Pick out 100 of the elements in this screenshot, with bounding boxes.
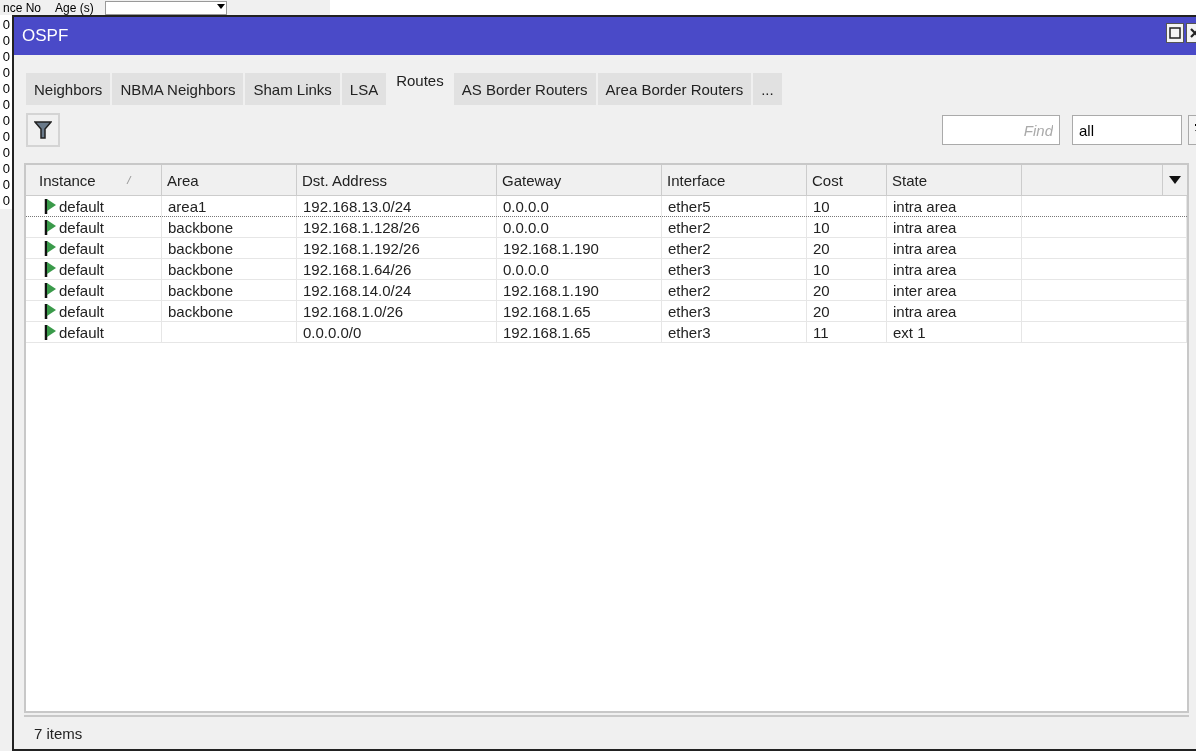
table-cell: default — [59, 260, 105, 278]
table-row[interactable]: default backbone 192.168.1.0/26 192.168.1.65 ether3 20 intra area — [26, 301, 1187, 322]
table-cell: ether5 — [668, 197, 711, 215]
table-cell-text: 0 — [1, 113, 10, 129]
column-menu-icon[interactable] — [1169, 176, 1181, 184]
flag-icon — [44, 324, 56, 340]
table-cell: intra area — [893, 197, 957, 215]
tab[interactable]: Neighbors — [26, 73, 111, 105]
table-cell-text: 0 — [1, 177, 10, 193]
table-cell: 10 — [813, 260, 830, 278]
table-cell-text: 0 — [1, 33, 10, 49]
table-cell-text: 0 — [1, 129, 10, 145]
table-cell: backbone — [168, 281, 234, 299]
table-cell: 192.168.1.128/26 — [303, 218, 420, 236]
table-cell: default — [59, 302, 105, 320]
table-row[interactable]: default area1 192.168.13.0/24 0.0.0.0 ether5 10 intra area — [26, 196, 1187, 217]
table-cell: ether2 — [668, 239, 711, 257]
filter-icon — [34, 120, 52, 140]
column-header[interactable]: Cost — [812, 171, 843, 189]
column-header: Age (s) — [54, 0, 95, 15]
table-cell: 0.0.0.0/0 — [303, 323, 362, 341]
tab[interactable]: NBMA Neighbors — [112, 73, 244, 105]
table-cell: 20 — [813, 302, 830, 320]
table-cell: 0.0.0.0 — [503, 218, 549, 236]
tab[interactable]: Area Border Routers — [597, 73, 752, 105]
tab[interactable]: Sham Links — [245, 73, 340, 105]
table-cell: area1 — [168, 197, 207, 215]
column-header[interactable]: Gateway — [502, 171, 562, 189]
table-cell: 192.168.14.0/24 — [303, 281, 412, 299]
tab[interactable]: LSA — [341, 73, 387, 105]
table-cell: intra area — [893, 239, 957, 257]
table-cell: 10 — [813, 218, 830, 236]
status-text: 7 items — [24, 715, 1189, 749]
table-row[interactable]: default 0.0.0.0/0 192.168.1.65 ether3 11 ext 1 — [26, 322, 1187, 343]
table-cell: ether3 — [668, 323, 711, 341]
table-cell: 192.168.1.190 — [503, 239, 599, 257]
flag-icon — [44, 282, 56, 298]
table-cell-text: 0 — [1, 193, 10, 209]
table-cell: default — [59, 281, 105, 299]
table-cell: intra area — [893, 218, 957, 236]
table-cell: 192.168.13.0/24 — [303, 197, 412, 215]
table-cell: ether2 — [668, 218, 711, 236]
flag-icon — [44, 261, 56, 277]
find-field[interactable]: Find — [942, 115, 1060, 145]
column-header: nce No — [2, 0, 43, 15]
tab[interactable]: ... — [753, 73, 782, 105]
table-cell-text: 0 — [1, 17, 10, 33]
flag-icon — [44, 303, 56, 319]
column-header[interactable]: Instance — [39, 171, 96, 189]
sort-icon — [125, 175, 132, 185]
table-cell: 10 — [813, 197, 830, 215]
table-cell: ether3 — [668, 260, 711, 278]
flag-icon — [44, 219, 56, 235]
table-cell: backbone — [168, 302, 234, 320]
table-cell: 192.168.1.65 — [503, 302, 591, 320]
maximize-button[interactable] — [1166, 23, 1184, 43]
table-cell: 192.168.1.0/26 — [303, 302, 404, 320]
table-cell: intra area — [893, 260, 957, 278]
table-cell: ext 1 — [893, 323, 926, 341]
table-cell: default — [59, 323, 105, 341]
column-header[interactable]: Area — [167, 171, 199, 189]
flag-icon — [44, 240, 56, 256]
table-cell: 20 — [813, 239, 830, 257]
table-cell: default — [59, 239, 105, 257]
table-row[interactable]: default backbone 192.168.1.192/26 192.168.1.190 ether2 20 intra area — [26, 238, 1187, 259]
table-cell: 192.168.1.192/26 — [303, 239, 420, 257]
table-cell: backbone — [168, 218, 234, 236]
flag-icon — [44, 198, 56, 214]
column-header[interactable]: Interface — [667, 171, 726, 189]
table-row[interactable]: default backbone 192.168.1.128/26 0.0.0.0 ether2 10 intra area — [26, 217, 1187, 238]
table-cell: 20 — [813, 281, 830, 299]
table-cell: 0.0.0.0 — [503, 197, 549, 215]
column-header[interactable]: Dst. Address — [302, 171, 388, 189]
table-cell: 11 — [813, 323, 829, 341]
filter-field[interactable]: all — [1072, 115, 1182, 145]
table-cell-text: 0 — [1, 81, 10, 97]
table-cell: intra area — [893, 302, 957, 320]
table-cell: default — [59, 218, 105, 236]
tab[interactable]: AS Border Routers — [453, 73, 596, 105]
filter-button[interactable] — [26, 113, 60, 147]
window-title: OSPF — [22, 26, 69, 46]
column-header[interactable]: State — [892, 171, 928, 189]
table-row[interactable]: default backbone 192.168.1.64/26 0.0.0.0 ether3 10 intra area — [26, 259, 1187, 280]
table-cell-text: 0 — [1, 145, 10, 161]
maximize-icon — [1169, 27, 1181, 39]
table-cell-text: 0 — [1, 65, 10, 81]
table-cell: ether3 — [668, 302, 711, 320]
table-cell-text: 0 — [1, 161, 10, 177]
dropdown-field[interactable] — [104, 0, 227, 15]
table-cell: inter area — [893, 281, 957, 299]
table-cell: ether2 — [668, 281, 711, 299]
table-cell: backbone — [168, 260, 234, 278]
table-cell: default — [59, 197, 105, 215]
table-cell: 192.168.1.64/26 — [303, 260, 412, 278]
table-cell: backbone — [168, 239, 234, 257]
table-cell: 192.168.1.190 — [503, 281, 599, 299]
table-row[interactable]: default backbone 192.168.14.0/24 192.168.1.190 ether2 20 inter area — [26, 280, 1187, 301]
table-cell-text: 0 — [1, 49, 10, 65]
table-cell: 0.0.0.0 — [503, 260, 549, 278]
table-cell-text: 0 — [1, 97, 10, 113]
